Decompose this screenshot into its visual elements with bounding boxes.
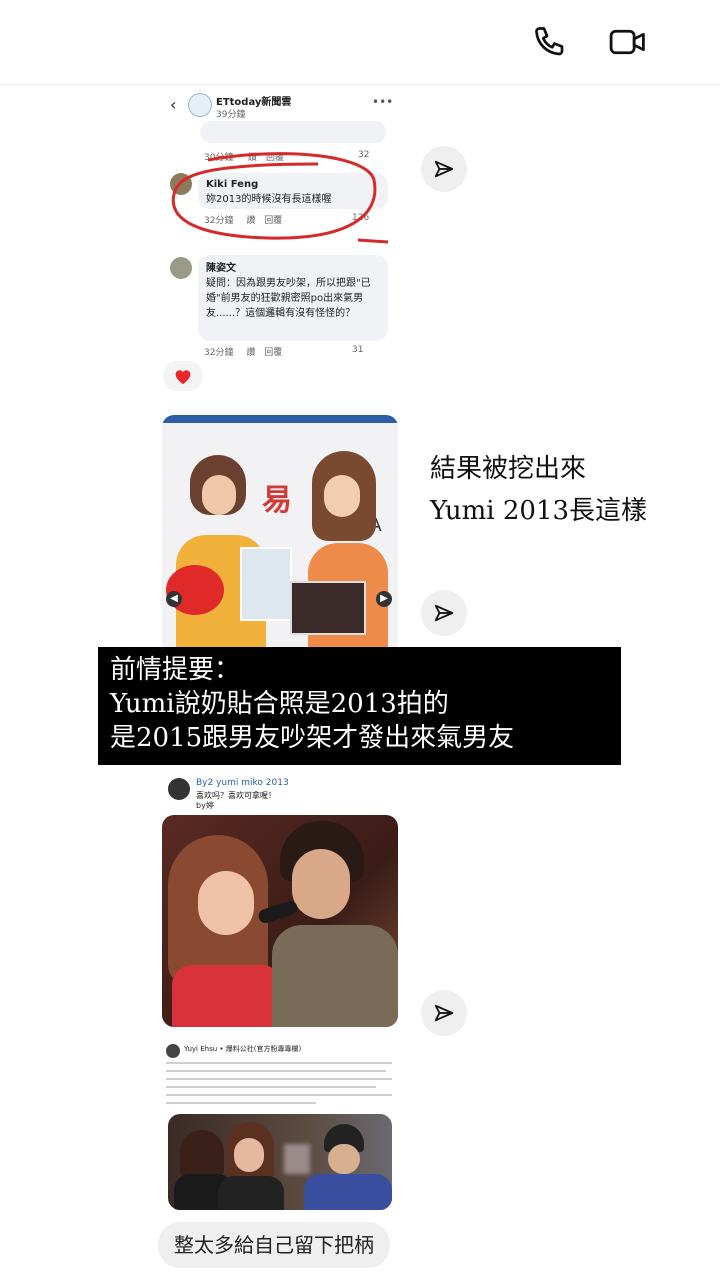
chat-header: [0, 0, 720, 85]
carousel-prev-icon[interactable]: ◀: [166, 591, 182, 607]
avatar: [166, 1044, 180, 1058]
heart-icon: [175, 370, 191, 385]
message-text: 整太多給自己留下把柄: [174, 1233, 374, 1257]
video-camera-icon[interactable]: [606, 20, 650, 64]
carousel-next-icon[interactable]: ▶: [376, 591, 392, 607]
send-icon: [434, 1004, 454, 1022]
more-options-icon: •••: [372, 95, 394, 109]
caption-line: Yumi說奶貼合照是2013拍的: [110, 689, 449, 719]
message-bubble[interactable]: 整太多給自己留下把柄: [158, 1222, 390, 1268]
etoday-logo: [188, 93, 212, 117]
avatar: [170, 257, 192, 279]
backdrop-logo: 易: [262, 483, 292, 518]
post-text: by婷: [196, 801, 214, 810]
back-arrow-icon: ‹: [170, 95, 177, 114]
page-name: ETtoday新聞雲: [216, 97, 292, 108]
caption-line: 前情提要：: [110, 655, 241, 685]
fb-page-header: ‹ ETtoday新聞雲 39分鐘 •••: [162, 91, 396, 120]
share-button[interactable]: [421, 146, 467, 192]
photo-group[interactable]: [168, 1114, 392, 1210]
avatar: [168, 778, 190, 800]
send-icon: [434, 604, 454, 622]
caption-result: 結果被挖出來 Yumi 2013長這樣: [430, 454, 648, 526]
share-button[interactable]: [421, 990, 467, 1036]
post-time: 39分鐘: [216, 110, 246, 120]
post-author: By2 yumi miko 2013: [196, 778, 289, 788]
comment-author: 陳姿文: [206, 263, 236, 274]
comment-chen: 陳姿文 疑問：因為跟男友吵架，所以把跟"已婚"前男友的狂歡親密照po出來氣男友.…: [162, 255, 396, 365]
share-button[interactable]: [421, 590, 467, 636]
post-author: Yuyi Ehsu • 爆料公社(官方粉專專欄): [184, 1045, 302, 1053]
reaction-heart[interactable]: [162, 360, 204, 392]
photo-couple[interactable]: [162, 815, 398, 1027]
send-icon: [434, 160, 454, 178]
red-highlight-circle: [171, 152, 389, 244]
caption-line: 是2015跟男友吵架才發出來氣男友: [110, 723, 515, 753]
summary-caption: 前情提要： Yumi說奶貼合照是2013拍的 是2015跟男友吵架才發出來氣男友: [98, 647, 621, 765]
blurred-face: [284, 1144, 310, 1174]
photo-event[interactable]: 易 EA ◀ ▶: [162, 415, 398, 655]
weibo-post-header: By2 yumi miko 2013 喜欢吗？喜欢可拿喔！ by婷: [162, 772, 398, 812]
comment-text: 疑問：因為跟男友吵架，所以把跟"已婚"前男友的狂歡親密照po出來氣男友.....…: [206, 278, 371, 319]
fb-post-text: Yuyi Ehsu • 爆料公社(官方粉專專欄): [162, 1040, 398, 1110]
phone-icon[interactable]: [528, 20, 572, 64]
comment-stub: [162, 121, 396, 143]
